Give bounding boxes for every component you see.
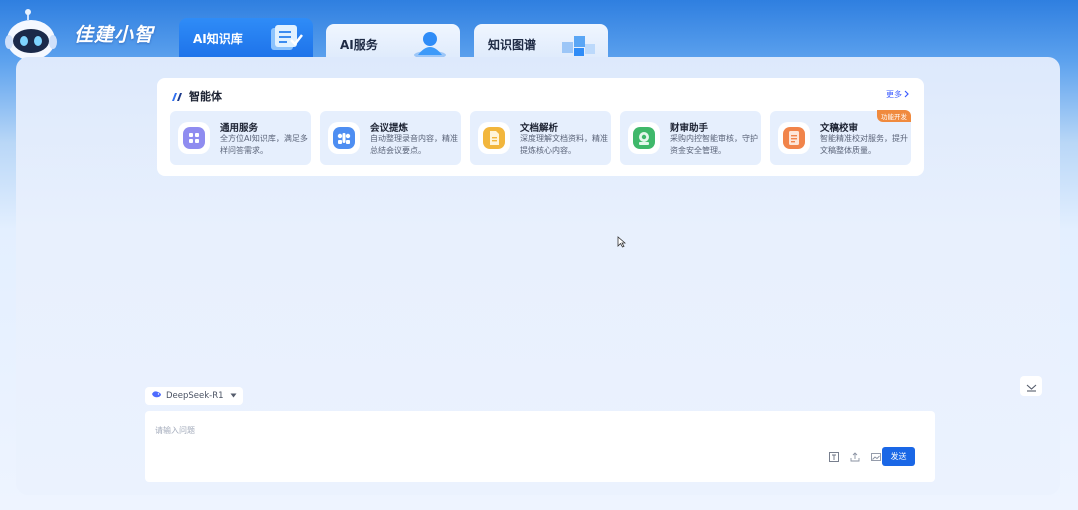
robot-logo bbox=[4, 8, 62, 64]
agents-title: 智能体 bbox=[189, 90, 222, 103]
agent-desc: 全方位AI知识库，满足多样问答需求。 bbox=[220, 134, 308, 155]
agent-card-financial-audit[interactable]: 财审助手 采购内控智能审核，守护资金安全管理。 bbox=[620, 111, 761, 165]
text-format-icon[interactable] bbox=[828, 451, 840, 463]
agent-desc: 深度理解文档资料，精准提炼核心内容。 bbox=[520, 134, 608, 155]
agent-grid: 通用服务 全方位AI知识库，满足多样问答需求。 会议提炼 自动整理录音内容，精准… bbox=[170, 110, 911, 165]
caret-down-icon bbox=[230, 391, 237, 401]
tab-label: AI知识库 bbox=[193, 32, 243, 46]
agent-desc: 自动整理录音内容，精准总结会议要点。 bbox=[370, 134, 458, 155]
proofread-icon bbox=[778, 122, 810, 154]
agents-card: 智能体 更多 通用服务 全方位AI知识库，满足多样问答需求。 会议提炼 自动整理… bbox=[157, 78, 924, 176]
chevron-right-icon bbox=[904, 90, 910, 100]
upload-icon[interactable] bbox=[849, 451, 861, 463]
question-input[interactable] bbox=[155, 425, 795, 465]
deepseek-whale-icon bbox=[151, 390, 162, 402]
agent-card-meeting-summary[interactable]: 会议提炼 自动整理录音内容，精准总结会议要点。 bbox=[320, 111, 461, 165]
agent-title: 文稿校审 bbox=[820, 123, 859, 134]
meeting-icon bbox=[328, 122, 360, 154]
tab-label: AI服务 bbox=[340, 38, 378, 52]
model-name: DeepSeek-R1 bbox=[166, 391, 224, 401]
agent-card-general-service[interactable]: 通用服务 全方位AI知识库，满足多样问答需求。 bbox=[170, 111, 311, 165]
image-icon[interactable] bbox=[870, 451, 882, 463]
more-link[interactable]: 更多 bbox=[886, 89, 910, 100]
input-toolbar bbox=[828, 451, 882, 463]
agents-logo-icon bbox=[171, 87, 183, 106]
more-label: 更多 bbox=[886, 90, 902, 99]
agent-title: 文档解析 bbox=[520, 123, 559, 134]
send-button[interactable]: 发送 bbox=[882, 447, 915, 466]
brand-name: 佳建小智 bbox=[74, 24, 155, 46]
agent-desc: 采购内控智能审核，守护资金安全管理。 bbox=[670, 134, 758, 155]
model-select[interactable]: DeepSeek-R1 bbox=[145, 387, 243, 405]
agent-title: 通用服务 bbox=[220, 123, 259, 134]
mouse-cursor-icon bbox=[617, 233, 627, 252]
chevron-down-icon bbox=[1026, 377, 1037, 396]
agent-card-manuscript-proofreading[interactable]: 文稿校审 智能精准校对服务，提升文稿整体质量。 功能开发 bbox=[770, 110, 911, 165]
collapse-button[interactable] bbox=[1020, 376, 1042, 396]
agent-desc: 智能精准校对服务，提升文稿整体质量。 bbox=[820, 134, 908, 155]
grid-icon bbox=[178, 122, 210, 154]
cube-graph-icon bbox=[558, 28, 598, 60]
agent-title: 财审助手 bbox=[670, 123, 709, 134]
agents-header: 智能体 bbox=[171, 88, 222, 104]
agent-card-document-parsing[interactable]: 文档解析 深度理解文档资料，精准提炼核心内容。 bbox=[470, 111, 611, 165]
database-icon bbox=[263, 22, 303, 54]
chat-input-box: 发送 bbox=[145, 411, 935, 482]
agent-title: 会议提炼 bbox=[370, 123, 409, 134]
tab-label: 知识图谱 bbox=[488, 38, 537, 52]
audit-icon bbox=[628, 122, 660, 154]
user-service-icon bbox=[410, 28, 450, 60]
document-icon bbox=[478, 122, 510, 154]
status-badge: 功能开发 bbox=[877, 110, 911, 122]
